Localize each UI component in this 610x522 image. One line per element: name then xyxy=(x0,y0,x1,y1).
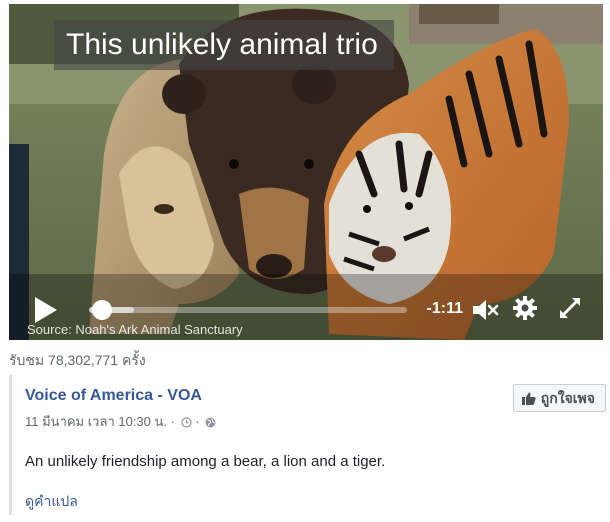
like-page-label: ถูกใจเพจ xyxy=(540,390,595,406)
meta-separator-2: · xyxy=(191,414,204,429)
speaker-muted-icon xyxy=(473,300,499,320)
meta-separator: · xyxy=(167,414,179,429)
globe-icon[interactable] xyxy=(205,417,216,428)
post-timestamp[interactable]: 11 มีนาคม เวลา 10:30 น. xyxy=(25,414,167,429)
video-player[interactable]: This unlikely animal trio -1:11 Source: … xyxy=(9,4,603,340)
video-caption: This unlikely animal trio xyxy=(54,20,394,70)
thumbs-up-icon xyxy=(521,392,536,405)
progress-track xyxy=(89,307,407,313)
progress-bar[interactable] xyxy=(89,298,407,322)
time-remaining: -1:11 xyxy=(426,300,463,317)
progress-scrubber[interactable] xyxy=(91,300,112,320)
post-card: Voice of America - VOA 11 มีนาคม เวลา 10… xyxy=(9,375,606,515)
see-translation-link[interactable]: ดูคำแปล xyxy=(25,491,78,513)
expand-icon xyxy=(560,298,580,318)
mute-button[interactable] xyxy=(471,298,499,327)
post-message: An unlikely friendship among a bear, a l… xyxy=(25,453,386,470)
fullscreen-button[interactable] xyxy=(557,295,583,326)
gear-icon xyxy=(513,296,537,320)
page-name-link[interactable]: Voice of America - VOA xyxy=(25,387,202,405)
view-count: รับชม 78,302,771 ครั้ง xyxy=(9,352,146,368)
source-credit: Source: Noah's Ark Animal Sanctuary xyxy=(27,322,243,337)
post-meta: 11 มีนาคม เวลา 10:30 น. · · xyxy=(25,411,216,432)
settings-button[interactable] xyxy=(512,295,538,326)
like-page-button[interactable]: ถูกใจเพจ xyxy=(512,384,606,412)
clock-icon xyxy=(180,417,192,428)
